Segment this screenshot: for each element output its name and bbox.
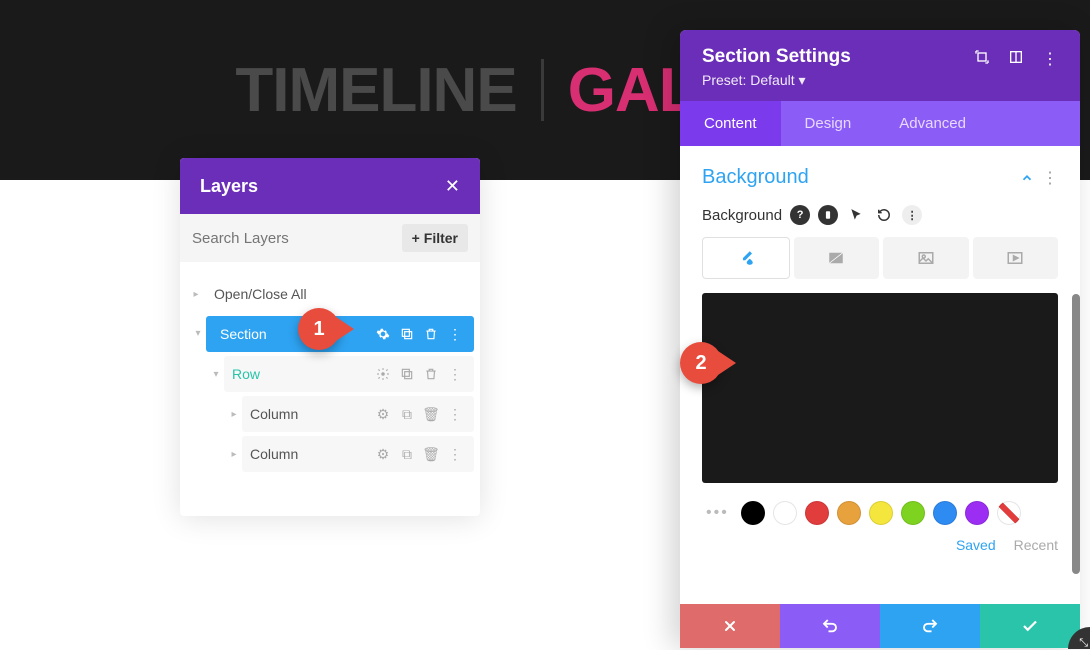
layers-header: Layers ✕ (180, 158, 480, 214)
row-actions: ⋮ (374, 365, 474, 383)
settings-tabs: Content Design Advanced (680, 101, 1080, 146)
settings-panel: Section Settings ⋮ Preset: Default ▾ Con… (680, 30, 1080, 648)
gear-icon[interactable] (374, 365, 392, 383)
recent-tab[interactable]: Recent (1014, 537, 1058, 553)
tree-column-row[interactable]: ▸ Column ⚙ ⧉ 🗑 ⋮ (242, 436, 474, 472)
settings-title: Section Settings (702, 46, 851, 68)
column-label: Column (242, 446, 374, 462)
filter-button[interactable]: + Filter (402, 224, 468, 252)
chevron-down-icon[interactable]: ▾ (188, 328, 208, 339)
background-section-title: Background (702, 166, 809, 189)
close-icon[interactable]: ✕ (445, 176, 460, 197)
chevron-right-icon[interactable]: ▸ (224, 449, 244, 460)
callout-2: 2 (680, 342, 722, 384)
kebab-icon[interactable]: ⋮ (1042, 168, 1058, 188)
swatch-orange[interactable] (837, 501, 861, 525)
callout-2-number: 2 (695, 352, 706, 375)
swatch-red[interactable] (805, 501, 829, 525)
callout-1: 1 (298, 308, 340, 350)
kebab-icon[interactable]: ⋮ (446, 365, 464, 383)
background-option-row: Background ? ⋮ (702, 205, 1058, 225)
preset-label: Preset: Default (702, 72, 795, 88)
trash-icon[interactable]: 🗑 (422, 405, 440, 423)
background-label: Background (702, 207, 782, 224)
save-button[interactable] (980, 604, 1080, 648)
swatch-black[interactable] (741, 501, 765, 525)
cursor-icon[interactable] (846, 205, 866, 225)
swatch-purple[interactable] (965, 501, 989, 525)
layers-tree: ▸ Open/Close All ▾ Section ⋮ ▾ Row ⋮ (180, 262, 480, 516)
tab-content[interactable]: Content (680, 101, 781, 146)
chevron-right-icon[interactable]: ▸ (186, 289, 206, 300)
tree-column-row[interactable]: ▸ Column ⚙ ⧉ 🗑 ⋮ (242, 396, 474, 432)
tab-design[interactable]: Design (781, 101, 876, 146)
gear-icon[interactable] (374, 325, 392, 343)
caret-down-icon: ▾ (799, 72, 806, 88)
open-close-label: Open/Close All (206, 286, 480, 302)
kebab-icon[interactable]: ⋮ (902, 205, 922, 225)
reset-icon[interactable] (874, 205, 894, 225)
chevron-down-icon[interactable]: ▾ (206, 369, 226, 380)
settings-header: Section Settings ⋮ Preset: Default ▾ (680, 30, 1080, 101)
phone-icon[interactable] (818, 205, 838, 225)
chevron-up-icon[interactable] (1020, 171, 1034, 185)
hero-timeline-text: TIMELINE (235, 55, 516, 126)
kebab-icon[interactable]: ⋮ (446, 325, 464, 343)
expand-icon[interactable] (974, 49, 990, 65)
tab-advanced[interactable]: Advanced (875, 101, 990, 146)
section-actions: ⋮ (374, 325, 474, 343)
background-type-tabs (702, 237, 1058, 279)
layers-searchbar: + Filter (180, 214, 480, 262)
plus-icon: + (412, 230, 420, 246)
scrollbar[interactable] (1072, 294, 1080, 574)
tree-row-row[interactable]: ▾ Row ⋮ (224, 356, 474, 392)
duplicate-icon[interactable]: ⧉ (398, 445, 416, 463)
settings-footer (680, 604, 1080, 648)
background-preview[interactable] (702, 293, 1058, 483)
bg-image-tab[interactable] (883, 237, 969, 279)
chevron-right-icon[interactable]: ▸ (224, 409, 244, 420)
swatch-blue[interactable] (933, 501, 957, 525)
swatch-white[interactable] (773, 501, 797, 525)
help-icon[interactable]: ? (790, 205, 810, 225)
kebab-icon[interactable]: ⋮ (446, 445, 464, 463)
settings-header-icons: ⋮ (974, 49, 1058, 65)
duplicate-icon[interactable]: ⧉ (398, 405, 416, 423)
duplicate-icon[interactable] (398, 325, 416, 343)
swatch-green[interactable] (901, 501, 925, 525)
callout-1-number: 1 (313, 318, 324, 341)
trash-icon[interactable] (422, 365, 440, 383)
settings-body: Background ⋮ Background ? ⋮ ••• (680, 146, 1080, 604)
column-actions: ⚙ ⧉ 🗑 ⋮ (374, 445, 474, 463)
kebab-icon[interactable]: ⋮ (446, 405, 464, 423)
layers-title: Layers (200, 176, 258, 197)
kebab-icon[interactable]: ⋮ (1042, 49, 1058, 65)
search-input[interactable] (192, 230, 394, 247)
filter-label: Filter (424, 230, 458, 246)
open-close-all-row[interactable]: ▸ Open/Close All (180, 276, 480, 312)
undo-button[interactable] (780, 604, 880, 648)
cancel-button[interactable] (680, 604, 780, 648)
saved-recent-tabs: Saved Recent (702, 537, 1058, 553)
bg-gradient-tab[interactable] (794, 237, 880, 279)
row-label: Row (224, 366, 374, 382)
hero-divider (541, 59, 544, 121)
gear-icon[interactable]: ⚙ (374, 445, 392, 463)
color-swatch-row: ••• (702, 501, 1058, 525)
bg-video-tab[interactable] (973, 237, 1059, 279)
preset-dropdown[interactable]: Preset: Default ▾ (702, 72, 1058, 89)
gear-icon[interactable]: ⚙ (374, 405, 392, 423)
snap-icon[interactable] (1008, 49, 1024, 65)
trash-icon[interactable]: 🗑 (422, 445, 440, 463)
swatch-yellow[interactable] (869, 501, 893, 525)
trash-icon[interactable] (422, 325, 440, 343)
more-colors-icon[interactable]: ••• (702, 504, 733, 522)
duplicate-icon[interactable] (398, 365, 416, 383)
redo-button[interactable] (880, 604, 980, 648)
saved-tab[interactable]: Saved (956, 537, 996, 553)
bg-color-tab[interactable] (702, 237, 790, 279)
column-label: Column (242, 406, 374, 422)
swatch-none[interactable] (997, 501, 1021, 525)
column-actions: ⚙ ⧉ 🗑 ⋮ (374, 405, 474, 423)
